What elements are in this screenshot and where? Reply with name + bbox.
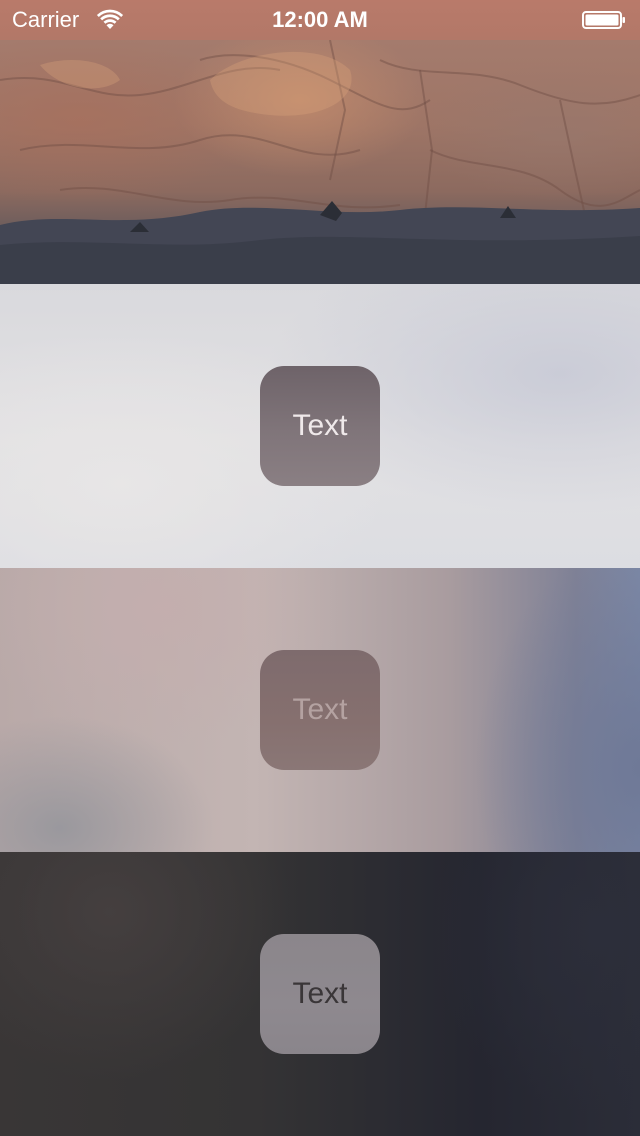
blur-panel-medium: Text [0, 568, 640, 852]
text-tile[interactable]: Text [260, 934, 380, 1054]
text-tile-label: Text [292, 409, 348, 442]
text-tile[interactable]: Text [260, 650, 380, 770]
text-tile-label: Text [292, 693, 348, 726]
battery-icon [582, 11, 626, 29]
clock: 12:00 AM [272, 7, 368, 32]
cliff-photo [0, 40, 640, 284]
text-tile-label: Text [292, 977, 348, 1010]
status-bar: Carrier 12:00 AM [0, 0, 640, 40]
blur-panel-light: Text [0, 284, 640, 568]
text-tile[interactable]: Text [260, 366, 380, 486]
screen: Carrier 12:00 AM Text Text Text [0, 0, 640, 1136]
blur-panel-dark: Text [0, 852, 640, 1136]
